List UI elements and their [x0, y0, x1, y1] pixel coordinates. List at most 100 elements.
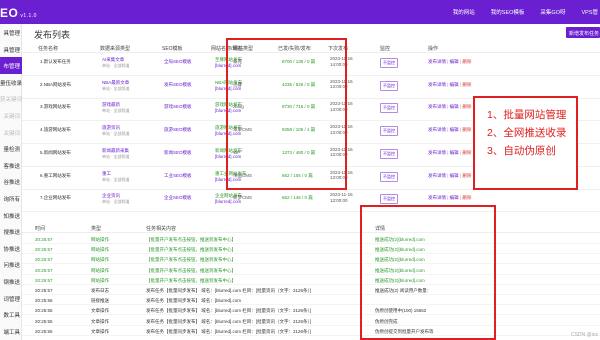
delete-link[interactable]: 删除: [462, 59, 471, 64]
col-seo[interactable]: SEO模板: [162, 45, 183, 52]
sidebar-item[interactable]: 客推送: [0, 157, 22, 174]
row-actions: 发布详情 | 编辑 | 删除: [428, 173, 471, 179]
delete-link[interactable]: 删除: [462, 82, 471, 87]
log-type: 文章操作: [91, 328, 109, 334]
sidebar-item[interactable]: 端工具: [0, 323, 22, 340]
row-actions: 发布详情 | 编辑 | 删除: [428, 59, 471, 65]
nav-my-sites[interactable]: 我的网站: [453, 8, 475, 16]
publish-count: 662 / 145 / 0 篇: [282, 195, 313, 201]
source-scope: 单站 · 全部频道: [102, 131, 130, 137]
edit-link[interactable]: 编辑: [450, 195, 459, 200]
log-table-header: 时间 类型 任务相关内容 详情: [22, 224, 600, 233]
log-type: 文章操作: [91, 318, 109, 324]
sidebar-item[interactable]: 知推送: [0, 207, 22, 224]
col-log-type: 类型: [91, 226, 102, 232]
publish-log-link[interactable]: 发布详情: [428, 127, 446, 132]
edit-link[interactable]: 编辑: [450, 173, 459, 178]
monitor-toggle[interactable]: 不监控: [380, 58, 398, 68]
delete-link[interactable]: 删除: [462, 150, 471, 155]
sidebar-item[interactable]: 谷推送: [0, 173, 22, 190]
publish-log-link[interactable]: 发布详情: [428, 104, 446, 109]
log-content: 【批量开户发布点击按钮，推送到发布中心】: [146, 257, 236, 263]
log-type: 链接推送: [91, 298, 109, 304]
monitor-toggle[interactable]: 不监控: [380, 194, 398, 205]
publish-log-link[interactable]: 发布详情: [428, 150, 446, 155]
sidebar-item[interactable]: 词管理: [0, 290, 22, 307]
monitor-toggle[interactable]: 不监控: [380, 80, 398, 91]
page-title: 发布列表: [34, 30, 71, 40]
log-content: 【批量开户发布点击按钮，推送到发布中心】: [146, 247, 236, 253]
row-actions: 发布详情 | 编辑 | 删除: [428, 127, 471, 133]
col-task-name[interactable]: 任务名称: [38, 45, 58, 52]
nav-collect[interactable]: 采集GO呀: [540, 8, 565, 16]
monitor-toggle[interactable]: 不监控: [380, 103, 398, 114]
next-publish-time: 13:00:00: [330, 197, 348, 203]
monitor-toggle[interactable]: 不监控: [380, 148, 398, 159]
seo-template-link[interactable]: 发布SEO模板: [164, 82, 192, 88]
seo-template-link[interactable]: 企业SEO模板: [164, 195, 192, 201]
publish-log-link[interactable]: 发布详情: [428, 173, 446, 178]
sidebar: 具管理 具管理 布管理 量伍收录 获关键词 关键词 关键词 量检测 客推送 谷推送 询所有 知推送 搜推…: [0, 24, 22, 340]
highlight-log-detail: [360, 205, 496, 340]
nav-vps[interactable]: VPS管: [581, 8, 598, 16]
sidebar-item[interactable]: 具管理: [0, 24, 22, 41]
col-ops[interactable]: 操作: [428, 45, 438, 52]
new-task-button[interactable]: 新增发布任务: [566, 27, 600, 38]
log-row: 20:25:57 网站操作 【批量开户发布点击按钮，推送到发布中心】 推送成功(2)[…: [22, 275, 600, 285]
task-name: 4.旅游网站发布: [40, 127, 71, 133]
log-row: 20:25:56 链接推送 发布任务【批量同步发布】 域名：[blurred].co…: [22, 295, 600, 306]
version-label: v1.1.0: [20, 13, 37, 19]
edit-link[interactable]: 编辑: [450, 59, 459, 64]
log-content: 发布任务【批量同步发布】 域名：[blurred].com 栏目：[批量资讯（文…: [146, 328, 312, 334]
edit-link[interactable]: 编辑: [450, 150, 459, 155]
sidebar-item[interactable]: 具管理: [0, 41, 22, 58]
sidebar-item[interactable]: 关键词: [0, 124, 22, 141]
callout-line-3: 3、自动伪原创: [487, 145, 556, 157]
col-log-time: 时间: [35, 226, 46, 232]
sidebar-item[interactable]: 搜推送: [0, 223, 22, 240]
site-row: 7.企业网站发布 企业资讯 单站 · 全部频道 企业SEO模板 企业网站发布 [blurr…: [22, 190, 600, 213]
seo-template-link[interactable]: 旅游SEO模板: [164, 127, 192, 133]
sidebar-item[interactable]: 钢推送: [0, 273, 22, 290]
sidebar-item[interactable]: 协推送: [0, 240, 22, 257]
delete-link[interactable]: 删除: [462, 173, 471, 178]
col-source[interactable]: 数据来源类型: [100, 45, 130, 52]
monitor-toggle[interactable]: 不监控: [380, 126, 398, 137]
source-scope: 单站 · 全部频道: [102, 199, 130, 205]
log-type: 网站操作: [91, 237, 109, 242]
log-time: 20:25:57: [35, 237, 53, 242]
sidebar-item[interactable]: 布管理: [0, 57, 22, 75]
publish-log-link[interactable]: 发布详情: [428, 195, 446, 200]
seo-template-link[interactable]: 工业SEO模板: [164, 173, 192, 179]
log-type: 网站操作: [91, 267, 109, 273]
log-content: 发布任务【批量同步发布】 域名：[blurred].com: [146, 298, 242, 304]
seo-template-link[interactable]: 新闻SEO模板: [164, 150, 192, 156]
monitor-toggle[interactable]: 不监控: [380, 171, 398, 182]
seo-template-link[interactable]: 游戏SEO模板: [164, 104, 192, 110]
edit-link[interactable]: 编辑: [450, 104, 459, 109]
task-name: 3.游戏网站发布: [40, 104, 71, 110]
sidebar-item[interactable]: 关键词: [0, 107, 22, 124]
sidebar-item[interactable]: 询所有: [0, 190, 22, 207]
top-nav: 我的网站 我的SEO模板 采集GO呀 VPS管: [453, 0, 600, 24]
seo-template-link[interactable]: 全局SEO模板: [164, 59, 192, 65]
nav-seo-templates[interactable]: 我的SEO模板: [491, 8, 525, 16]
sidebar-item[interactable]: 问推送: [0, 256, 22, 273]
log-type: 发布日志: [91, 288, 109, 293]
sidebar-item[interactable]: 获关键词: [0, 90, 22, 107]
sidebar-item[interactable]: 量伍收录: [0, 74, 22, 91]
publish-log-link[interactable]: 发布详情: [428, 82, 446, 87]
delete-link[interactable]: 删除: [462, 195, 471, 200]
delete-link[interactable]: 删除: [462, 104, 471, 109]
publish-log-link[interactable]: 发布详情: [428, 59, 446, 64]
delete-link[interactable]: 删除: [462, 127, 471, 132]
edit-link[interactable]: 编辑: [450, 127, 459, 132]
task-name: 2.NBA网站发布: [40, 81, 72, 87]
edit-link[interactable]: 编辑: [450, 82, 459, 87]
log-row: 20:25:55 文章操作 发布任务【批量同步发布】 域名：[blurred].co…: [22, 305, 600, 316]
sidebar-item[interactable]: 数工具: [0, 306, 22, 323]
sidebar-item[interactable]: 量检测: [0, 140, 22, 157]
col-monitor[interactable]: 监控: [380, 45, 390, 52]
log-time: 20:25:57: [35, 257, 53, 263]
brand-logo[interactable]: EO v1.1.0: [0, 6, 37, 20]
